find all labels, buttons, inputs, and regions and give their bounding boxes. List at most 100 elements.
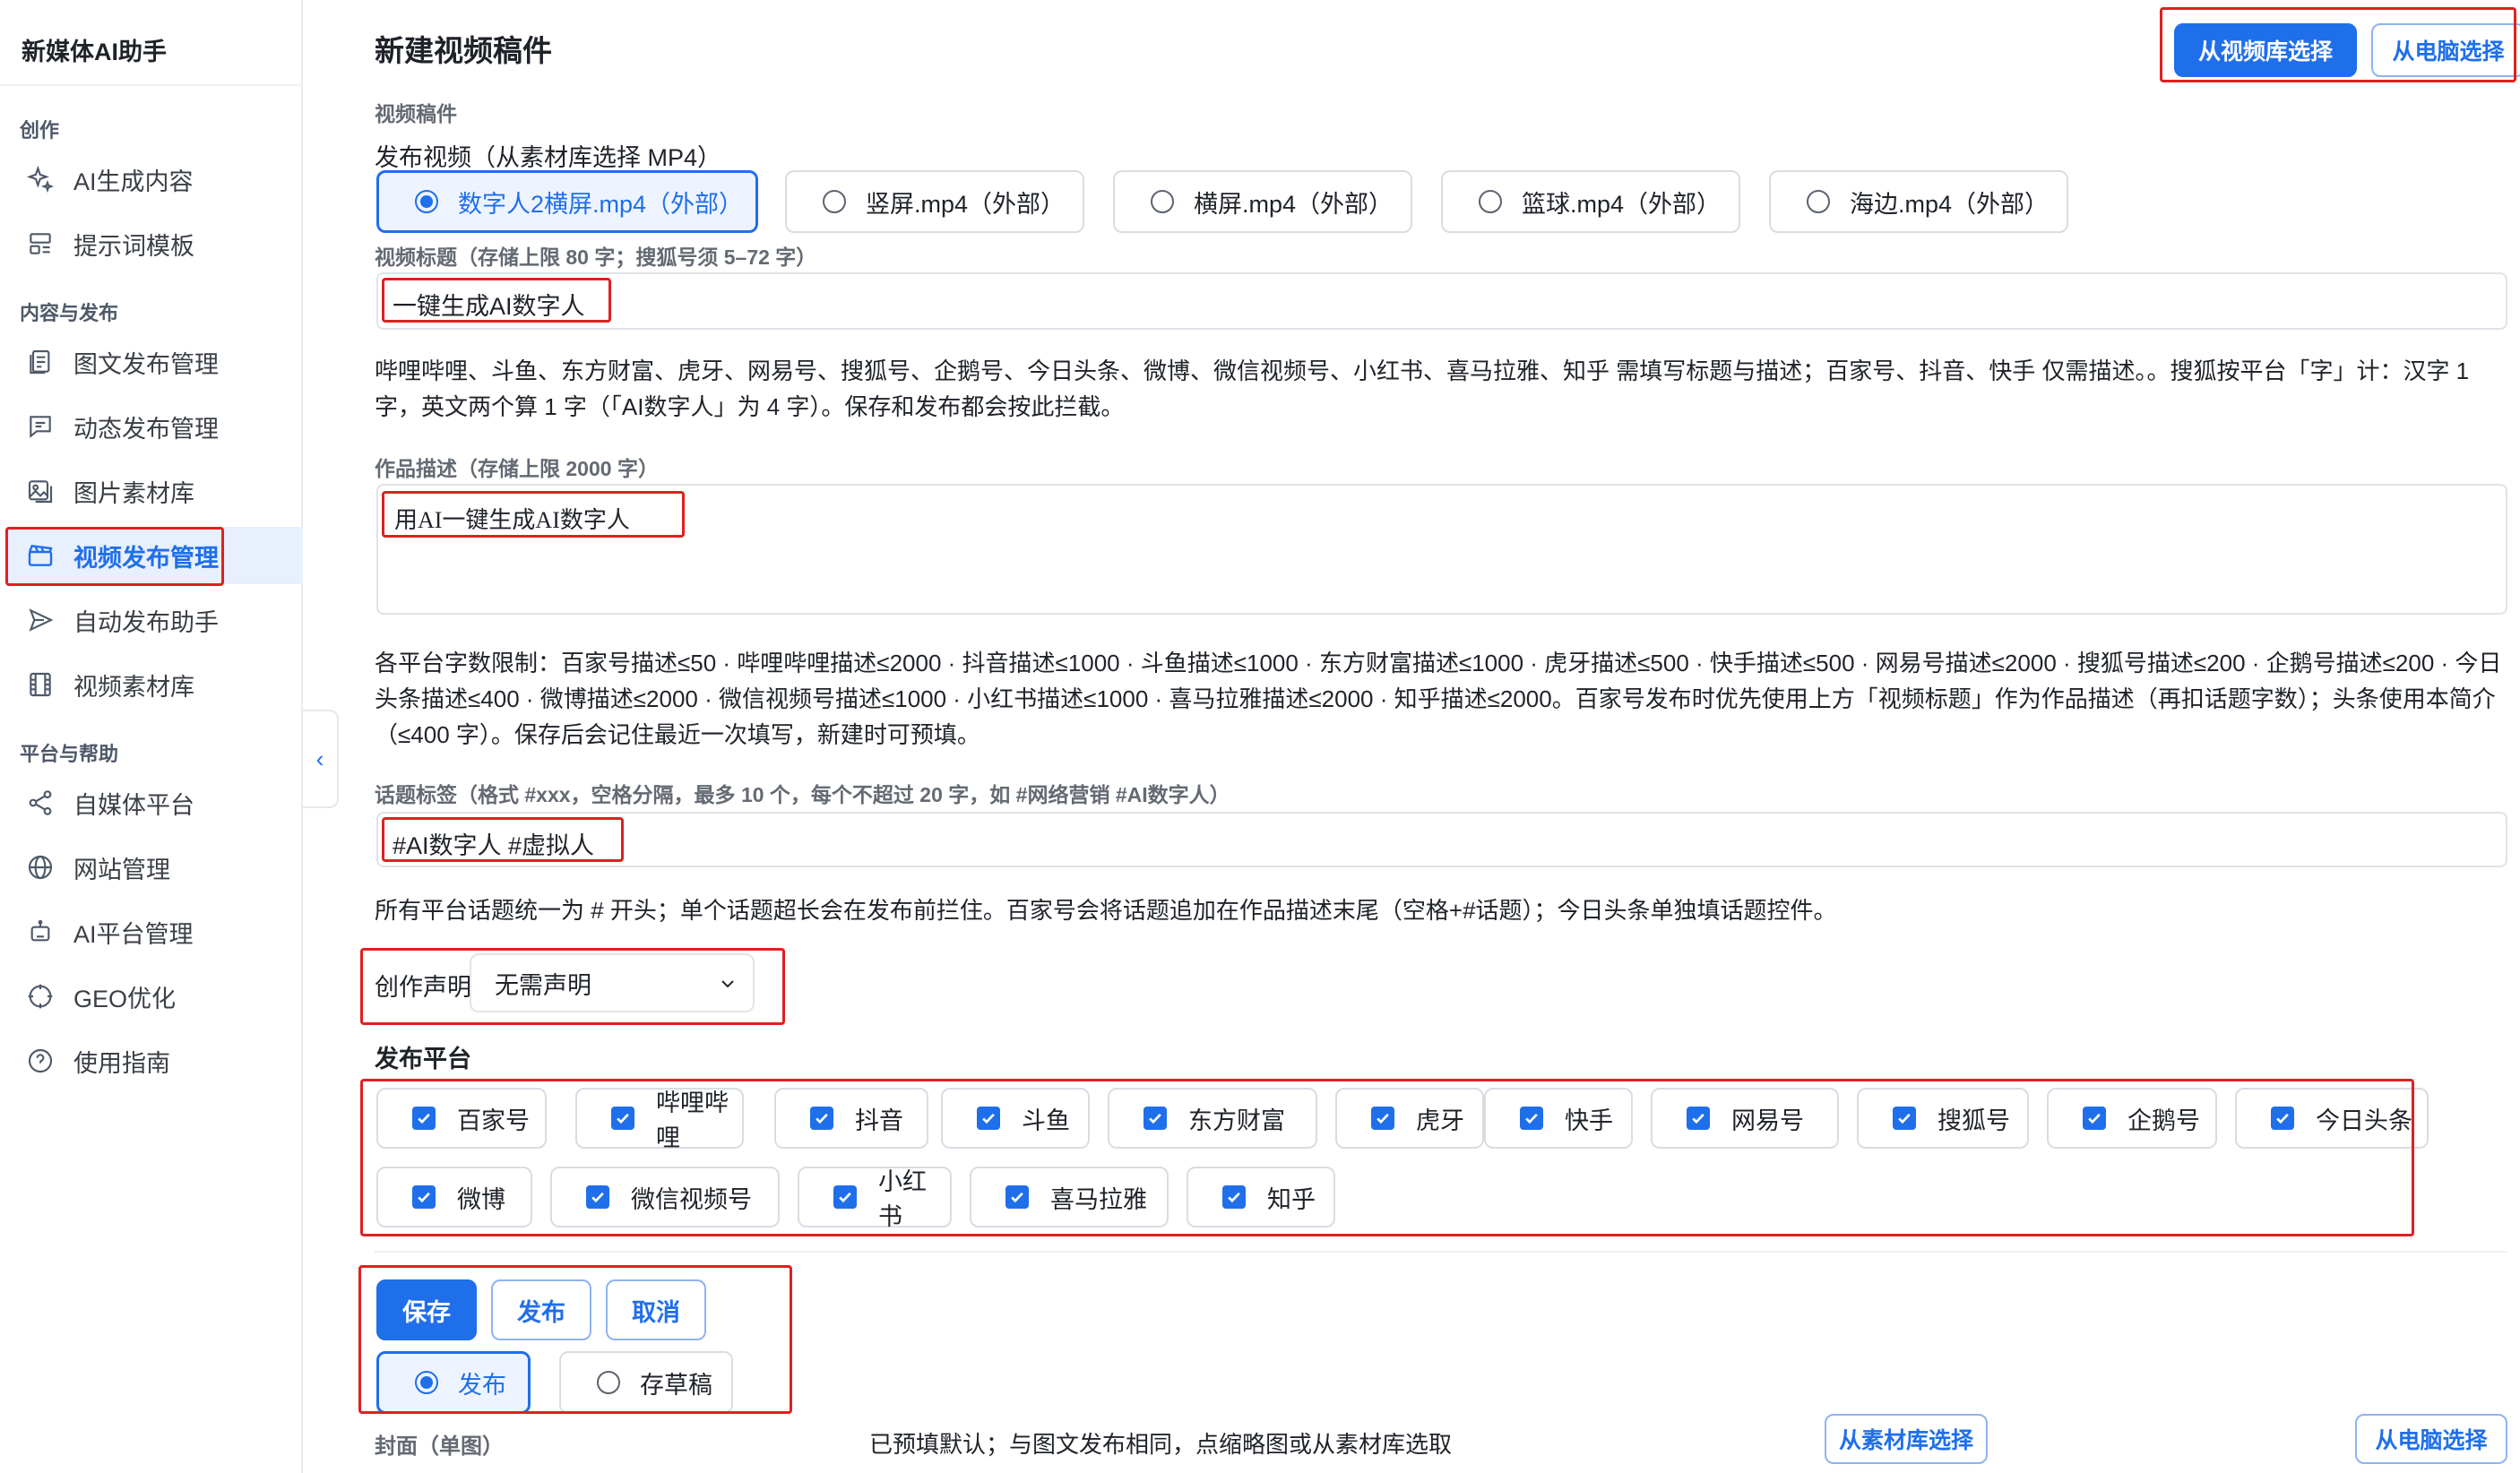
sidebar-item-prompt-templates[interactable]: 提示词模板 [7, 215, 296, 272]
sidebar-item-image-library[interactable]: 图片素材库 [7, 462, 296, 520]
video-section-label: 视频稿件 [375, 102, 457, 125]
video-option-label: 竖屏.mp4（外部） [866, 190, 1066, 218]
platform-label: 微博 [457, 1185, 505, 1213]
cover-from-computer-button[interactable]: 从电脑选择 [2355, 1414, 2507, 1464]
sidebar-item-label: 自媒体平台 [73, 791, 194, 819]
sidebar-item-video-publish[interactable]: 视频发布管理 [7, 527, 303, 584]
sidebar-item-label: 视频发布管理 [73, 544, 219, 572]
platform-label: 哔哩哔哩 [656, 1090, 729, 1151]
mode-option-label: 发布 [458, 1371, 506, 1399]
platform-checkbox[interactable]: 抖音 [774, 1088, 928, 1149]
image-icon [25, 476, 56, 506]
checkbox-checked-icon [412, 1107, 436, 1130]
sidebar-item-label: 提示词模板 [73, 232, 194, 260]
checkbox-checked-icon [611, 1107, 634, 1130]
platform-checkbox[interactable]: 斗鱼 [941, 1088, 1090, 1149]
platform-checkbox[interactable]: 微信视频号 [550, 1167, 780, 1228]
sidebar-item-label: 使用指南 [73, 1049, 170, 1077]
video-option-vertical[interactable]: 竖屏.mp4（外部） [785, 170, 1084, 233]
from-video-library-button[interactable]: 从视频库选择 [2174, 23, 2357, 77]
platform-label: 小红书 [878, 1168, 927, 1230]
sidebar-item-label: 动态发布管理 [73, 415, 219, 443]
sidebar-item-auto-publish[interactable]: 自动发布助手 [7, 591, 296, 649]
platform-checkbox[interactable]: 喜马拉雅 [970, 1167, 1169, 1228]
app-title: 新媒体AI助手 [22, 39, 167, 65]
video-option-label: 篮球.mp4（外部） [1522, 190, 1722, 218]
title-help-text: 哔哩哔哩、斗鱼、东方财富、虎牙、网易号、搜狐号、企鹅号、今日头条、微博、微信视频… [375, 357, 2470, 420]
platform-checkbox[interactable]: 知乎 [1187, 1167, 1335, 1228]
sidebar-item-post-publish[interactable]: 动态发布管理 [7, 398, 296, 455]
collapse-sidebar-button[interactable]: ‹ [303, 710, 339, 808]
target-icon [25, 981, 56, 1012]
radio-unselected [823, 190, 846, 213]
sidebar-item-video-library[interactable]: 视频素材库 [7, 656, 296, 713]
platform-checkbox[interactable]: 小红书 [798, 1167, 952, 1230]
video-option-seaside[interactable]: 海边.mp4（外部） [1769, 170, 2068, 233]
platform-checkbox[interactable]: 东方财富 [1108, 1088, 1317, 1149]
radio-unselected [1151, 190, 1174, 213]
title-input[interactable] [376, 272, 2507, 330]
main-content: 新建视频稿件 从视频库选择 从电脑选择 视频稿件 发布视频（从素材库选择 MP4… [341, 0, 2520, 1473]
sidebar-item-label: 网站管理 [73, 856, 170, 883]
video-option-label: 数字人2横屏.mp4（外部） [458, 190, 744, 218]
sidebar-item-label: 图片素材库 [73, 479, 194, 507]
sidebar-section-creation: 创作 [20, 119, 60, 142]
template-icon [25, 228, 56, 259]
clapperboard-icon [25, 540, 56, 571]
mode-option-draft[interactable]: 存草稿 [559, 1351, 733, 1414]
share-icon [25, 788, 56, 818]
chevron-down-icon [721, 980, 734, 988]
mode-option-label: 存草稿 [640, 1371, 712, 1399]
checkbox-checked-icon [810, 1107, 833, 1130]
sidebar-item-ai-platforms[interactable]: AI平台管理 [7, 903, 296, 960]
declaration-select[interactable]: 无需声明 [470, 953, 755, 1012]
cancel-button[interactable]: 取消 [606, 1279, 706, 1340]
mode-option-publish[interactable]: 发布 [376, 1351, 531, 1414]
tags-input[interactable] [376, 812, 2507, 867]
video-option-label: 横屏.mp4（外部） [1194, 190, 1394, 218]
sidebar-item-label: AI生成内容 [73, 168, 194, 195]
declaration-label: 创作声明 [375, 974, 471, 1001]
from-computer-button[interactable]: 从电脑选择 [2371, 23, 2520, 77]
platform-checkbox[interactable]: 微博 [376, 1167, 532, 1228]
platform-checkbox[interactable]: 虎牙 [1335, 1088, 1484, 1149]
sidebar-item-media-platforms[interactable]: 自媒体平台 [7, 774, 296, 831]
save-button[interactable]: 保存 [376, 1279, 477, 1340]
platform-label: 喜马拉雅 [1050, 1185, 1147, 1213]
platform-checkbox[interactable]: 快手 [1484, 1088, 1633, 1149]
platform-checkbox[interactable]: 搜狐号 [1857, 1088, 2029, 1149]
robot-icon [25, 917, 56, 947]
send-icon [25, 605, 56, 635]
checkbox-checked-icon [2083, 1107, 2106, 1130]
cover-label: 封面（单图） [375, 1434, 504, 1459]
publish-video-label: 发布视频（从素材库选择 MP4） [375, 144, 722, 171]
publish-button[interactable]: 发布 [491, 1279, 591, 1340]
sidebar-item-guide[interactable]: 使用指南 [7, 1032, 296, 1090]
platform-label: 搜狐号 [1937, 1107, 2010, 1134]
desc-field-label: 作品描述（存储上限 2000 字） [375, 457, 659, 480]
description-textarea[interactable] [376, 484, 2507, 615]
video-option-digital-human[interactable]: 数字人2横屏.mp4（外部） [376, 170, 758, 233]
checkbox-checked-icon [1893, 1107, 1916, 1130]
sidebar-item-site-management[interactable]: 网站管理 [7, 839, 296, 896]
platform-checkbox[interactable]: 企鹅号 [2047, 1088, 2217, 1149]
platform-checkbox[interactable]: 网易号 [1651, 1088, 1839, 1149]
checkbox-checked-icon [1371, 1107, 1394, 1130]
video-option-basketball[interactable]: 篮球.mp4（外部） [1441, 170, 1740, 233]
radio-unselected [1479, 190, 1502, 213]
chevron-left-icon: ‹ [315, 745, 324, 772]
document-icon [25, 347, 56, 377]
platform-checkbox[interactable]: 百家号 [376, 1088, 547, 1149]
checkbox-checked-icon [833, 1185, 857, 1209]
video-option-horizontal[interactable]: 横屏.mp4（外部） [1113, 170, 1412, 233]
platform-checkbox[interactable]: 今日头条 [2235, 1088, 2429, 1149]
platform-checkbox[interactable]: 哔哩哔哩 [575, 1088, 744, 1151]
checkbox-checked-icon [1520, 1107, 1543, 1130]
platform-label: 企鹅号 [2127, 1107, 2200, 1134]
sidebar-item-ai-generate[interactable]: AI生成内容 [7, 151, 296, 208]
declaration-select-value: 无需声明 [495, 971, 591, 999]
cover-from-material-button[interactable]: 从素材库选择 [1825, 1414, 1988, 1464]
sidebar-item-geo[interactable]: GEO优化 [7, 968, 296, 1025]
sidebar-item-label: GEO优化 [73, 985, 177, 1012]
sidebar-item-article-publish[interactable]: 图文发布管理 [7, 333, 296, 391]
